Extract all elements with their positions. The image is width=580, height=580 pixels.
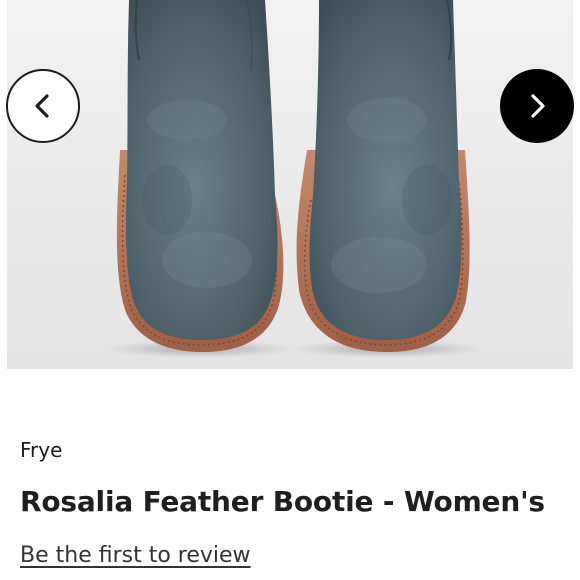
previous-image-button[interactable] [6, 69, 80, 143]
brand-name: Frye [20, 438, 63, 462]
chevron-left-icon [35, 94, 49, 118]
review-link[interactable]: Be the first to review [20, 541, 251, 571]
product-image [105, 0, 482, 358]
chevron-right-icon [531, 94, 545, 118]
next-image-button[interactable] [500, 69, 574, 143]
product-title: Rosalia Feather Bootie - Women's [20, 485, 545, 518]
product-image-gallery[interactable] [7, 0, 573, 369]
